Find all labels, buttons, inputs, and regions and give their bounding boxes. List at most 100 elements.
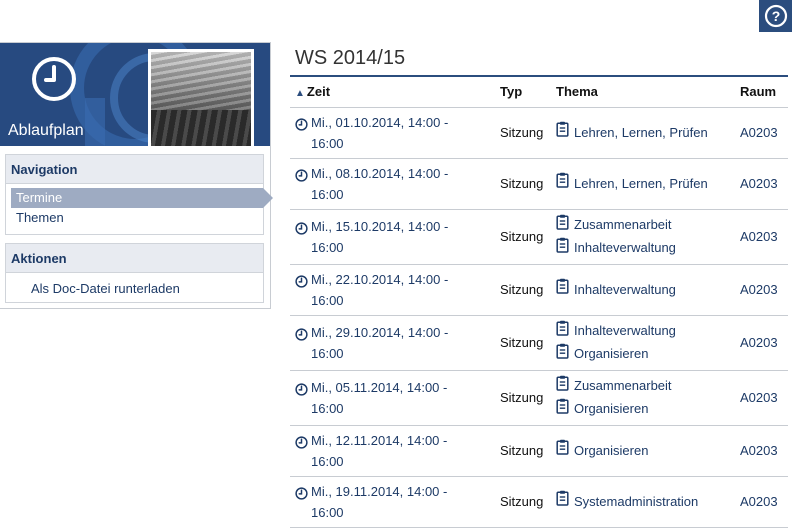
cell-thema: Inhalteverwaltung bbox=[551, 264, 735, 315]
topic-link[interactable]: Lehren, Lernen, Prüfen bbox=[556, 121, 730, 144]
table-row: Mi., 19.11.2014, 14:00 - 16:00 Sitzung Syst… bbox=[290, 476, 788, 527]
topic-link[interactable]: Organisieren bbox=[556, 439, 730, 462]
table-row: Mi., 22.10.2014, 14:00 - 16:00 Sitzung Inha… bbox=[290, 264, 788, 315]
actions-list: Als Doc-Datei runterladen bbox=[6, 273, 263, 302]
cell-typ: Sitzung bbox=[500, 494, 544, 509]
table-row: Mi., 29.10.2014, 14:00 - 16:00 Sitzung Inha… bbox=[290, 315, 788, 370]
clipboard-icon bbox=[556, 237, 574, 260]
topic-label: Zusammenarbeit bbox=[574, 378, 672, 393]
topic-link[interactable]: Zusammenarbeit bbox=[556, 214, 730, 237]
date-start: Mi., 22.10.2014, 14:00 - bbox=[311, 271, 449, 287]
navigation-box: Navigation Termine Themen bbox=[5, 154, 273, 235]
date-link[interactable]: Mi., 08.10.2014, 14:00 - 16:00 bbox=[295, 163, 490, 205]
clipboard-icon bbox=[556, 172, 574, 195]
column-header-zeit[interactable]: ▲ Zeit bbox=[290, 76, 495, 107]
sidebar-item-termine[interactable]: Termine bbox=[11, 188, 273, 208]
topic-label: Inhalteverwaltung bbox=[574, 281, 676, 297]
date-end: 16:00 bbox=[311, 292, 344, 308]
date-end: 16:00 bbox=[311, 453, 344, 469]
main-content: WS 2014/15 ▲ Zeit Typ Thema Raum Mi., 01.… bbox=[290, 44, 788, 528]
date-end: 16:00 bbox=[311, 504, 344, 520]
cell-thema: Zusammenarbeit Organisieren bbox=[551, 370, 735, 425]
sort-ascending-icon: ▲ bbox=[295, 88, 305, 100]
topic-label: Inhalteverwaltung bbox=[574, 323, 676, 338]
date-link[interactable]: Mi., 05.11.2014, 14:00 - 16:00 bbox=[295, 377, 490, 419]
topic-label: Zusammenarbeit bbox=[574, 217, 672, 232]
room-link[interactable]: A0203 bbox=[735, 264, 788, 315]
clipboard-icon bbox=[556, 375, 574, 398]
column-header-thema: Thema bbox=[556, 84, 598, 100]
topic-link[interactable]: Inhalteverwaltung bbox=[556, 320, 730, 343]
clock-icon bbox=[32, 57, 76, 101]
lecture-hall-photo bbox=[148, 49, 254, 146]
sidebar: Ablaufplan Navigation Termine Themen Akti… bbox=[0, 42, 273, 309]
date-end: 16:00 bbox=[311, 135, 344, 151]
room-link[interactable]: A0203 bbox=[735, 315, 788, 370]
topic-link[interactable]: Inhalteverwaltung bbox=[556, 237, 730, 260]
date-link[interactable]: Mi., 19.11.2014, 14:00 - 16:00 bbox=[295, 481, 490, 523]
page-title: WS 2014/15 bbox=[295, 47, 406, 69]
topic-label: Inhalteverwaltung bbox=[574, 240, 676, 255]
room-link[interactable]: A0203 bbox=[735, 476, 788, 527]
topic-label: Organisieren bbox=[574, 346, 649, 361]
room-link[interactable]: A0203 bbox=[735, 158, 788, 209]
date-end: 16:00 bbox=[311, 345, 344, 361]
clock-icon bbox=[295, 163, 311, 205]
topic-link[interactable]: Organisieren bbox=[556, 398, 730, 421]
date-link[interactable]: Mi., 12.11.2014, 14:00 - 16:00 bbox=[295, 430, 490, 472]
cell-zeit: Mi., 19.11.2014, 14:00 - 16:00 bbox=[290, 476, 495, 527]
topic-link[interactable]: Inhalteverwaltung bbox=[556, 278, 730, 301]
question-circle-icon: ? bbox=[764, 4, 787, 28]
topic-label: Organisieren bbox=[574, 442, 649, 458]
cell-typ: Sitzung bbox=[500, 282, 544, 297]
room-link[interactable]: A0203 bbox=[735, 425, 788, 476]
clipboard-icon bbox=[556, 343, 574, 366]
sidebar-title: Ablaufplan bbox=[8, 122, 84, 139]
cell-zeit: Mi., 08.10.2014, 14:00 - 16:00 bbox=[290, 158, 495, 209]
schedule-table: ▲ Zeit Typ Thema Raum Mi., 01.10.2014, 14… bbox=[290, 75, 788, 528]
topic-link[interactable]: Systemadministration bbox=[556, 490, 730, 513]
download-doc-link[interactable]: Als Doc-Datei runterladen bbox=[31, 281, 263, 296]
topic-link[interactable]: Zusammenarbeit bbox=[556, 375, 730, 398]
table-row: Mi., 08.10.2014, 14:00 - 16:00 Sitzung Lehr… bbox=[290, 158, 788, 209]
clipboard-icon bbox=[556, 121, 574, 144]
date-start: Mi., 15.10.2014, 14:00 - bbox=[311, 218, 449, 234]
cell-thema: Lehren, Lernen, Prüfen bbox=[551, 158, 735, 209]
clipboard-icon bbox=[556, 490, 574, 513]
table-row: Mi., 05.11.2014, 14:00 - 16:00 Sitzung Zusa… bbox=[290, 370, 788, 425]
table-row: Mi., 12.11.2014, 14:00 - 16:00 Sitzung Orga… bbox=[290, 425, 788, 476]
clock-icon bbox=[295, 322, 311, 364]
room-link[interactable]: A0203 bbox=[735, 107, 788, 158]
cell-typ: Sitzung bbox=[500, 390, 544, 405]
date-start: Mi., 12.11.2014, 14:00 - bbox=[311, 432, 448, 448]
topic-label: Lehren, Lernen, Prüfen bbox=[574, 124, 708, 140]
cell-typ: Sitzung bbox=[500, 125, 544, 140]
date-link[interactable]: Mi., 22.10.2014, 14:00 - 16:00 bbox=[295, 269, 490, 311]
date-link[interactable]: Mi., 15.10.2014, 14:00 - 16:00 bbox=[295, 216, 490, 258]
cell-zeit: Mi., 01.10.2014, 14:00 - 16:00 bbox=[290, 107, 495, 158]
date-link[interactable]: Mi., 29.10.2014, 14:00 - 16:00 bbox=[295, 322, 490, 364]
date-link[interactable]: Mi., 01.10.2014, 14:00 - 16:00 bbox=[295, 112, 490, 154]
clock-icon bbox=[295, 377, 311, 419]
cell-zeit: Mi., 15.10.2014, 14:00 - 16:00 bbox=[290, 209, 495, 264]
clock-icon bbox=[295, 481, 311, 523]
date-start: Mi., 29.10.2014, 14:00 - bbox=[311, 324, 449, 340]
column-header-typ: Typ bbox=[500, 84, 523, 100]
topic-link[interactable]: Lehren, Lernen, Prüfen bbox=[556, 172, 730, 195]
table-header-row: ▲ Zeit Typ Thema Raum bbox=[290, 76, 788, 107]
help-button[interactable]: ? bbox=[759, 0, 792, 32]
cell-typ: Sitzung bbox=[500, 335, 544, 350]
date-start: Mi., 08.10.2014, 14:00 - bbox=[311, 165, 449, 181]
room-link[interactable]: A0203 bbox=[735, 209, 788, 264]
table-row: Mi., 15.10.2014, 14:00 - 16:00 Sitzung Zusa… bbox=[290, 209, 788, 264]
date-start: Mi., 05.11.2014, 14:00 - bbox=[311, 379, 448, 395]
cell-typ: Sitzung bbox=[500, 229, 544, 244]
sidebar-item-themen[interactable]: Themen bbox=[6, 208, 263, 228]
topic-link[interactable]: Organisieren bbox=[556, 343, 730, 366]
cell-thema: Lehren, Lernen, Prüfen bbox=[551, 107, 735, 158]
date-end: 16:00 bbox=[311, 400, 344, 416]
topic-label: Organisieren bbox=[574, 401, 649, 416]
room-link[interactable]: A0203 bbox=[735, 370, 788, 425]
date-start: Mi., 01.10.2014, 14:00 - bbox=[311, 114, 449, 130]
svg-text:?: ? bbox=[771, 8, 780, 24]
